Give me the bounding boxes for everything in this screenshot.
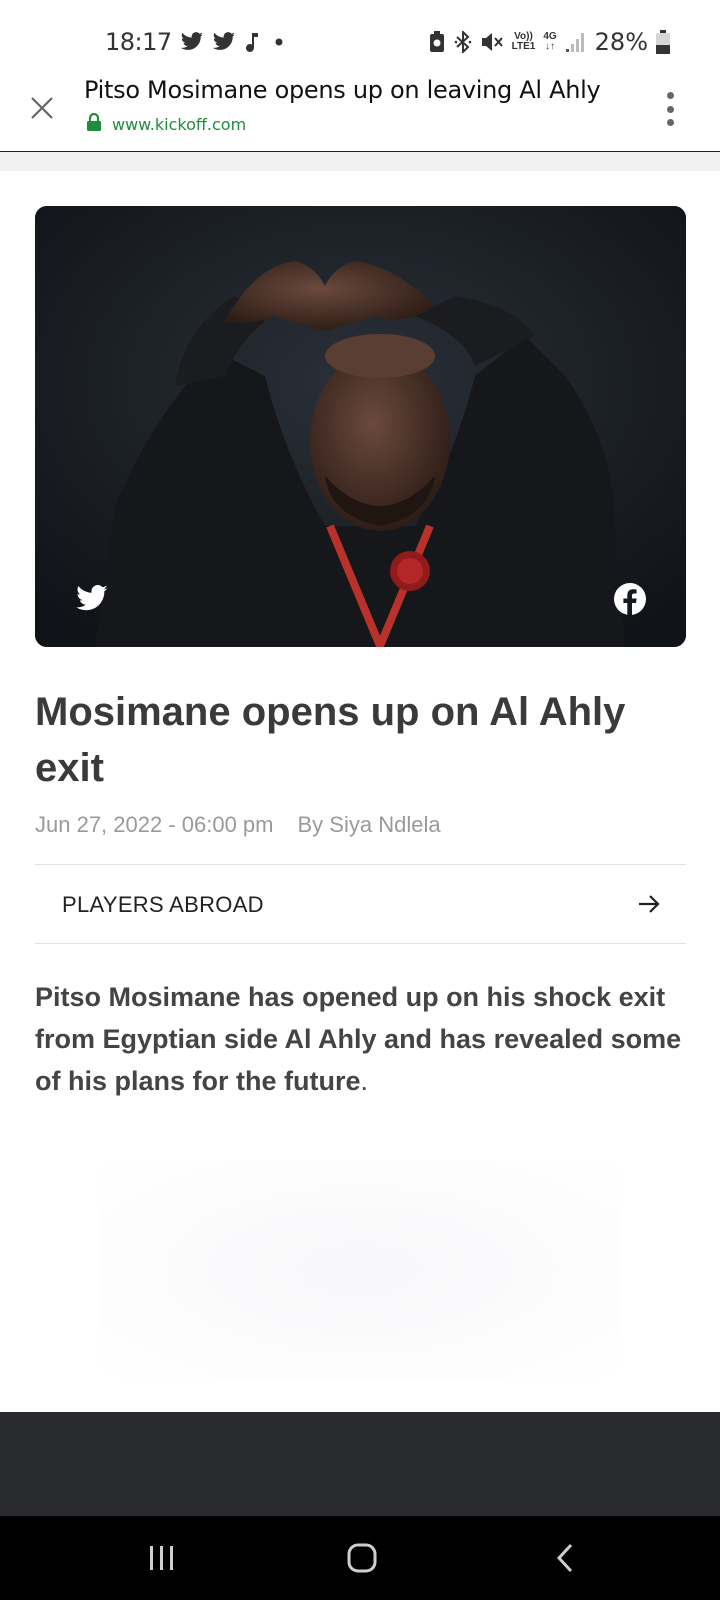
- article-author[interactable]: By Siya Ndlela: [298, 812, 441, 838]
- close-button[interactable]: [28, 94, 56, 122]
- status-bar: 18:17 Vo)) LTE1 4G ↓↑ 28%: [0, 0, 720, 80]
- home-button[interactable]: [342, 1538, 382, 1578]
- close-icon: [31, 97, 53, 119]
- custom-tab-toolbar: Pitso Mosimane opens up on leaving Al Ah…: [0, 70, 720, 152]
- menu-dot-icon: [666, 105, 674, 113]
- status-time: 18:17: [105, 28, 172, 56]
- recent-apps-icon: [150, 1546, 173, 1570]
- network-label: Vo)) LTE1: [512, 32, 536, 52]
- article-headline: Mosimane opens up on Al Ahly exit: [35, 690, 626, 790]
- content-top-divider: [0, 152, 720, 171]
- back-icon: [556, 1543, 573, 1573]
- status-left: 18:17: [105, 28, 288, 56]
- music-note-icon: [244, 31, 262, 53]
- bottom-banner-area: [0, 1412, 720, 1516]
- battery-icon: [656, 30, 670, 54]
- facebook-icon: [614, 583, 646, 615]
- article-lead-end: .: [360, 1066, 369, 1096]
- dot-icon: [270, 37, 288, 47]
- network-gen: 4G ↓↑: [543, 32, 556, 52]
- arrow-right-icon: [636, 891, 662, 917]
- battery-saver-icon: [428, 31, 446, 53]
- article-lead: Pitso Mosimane has opened up on his shoc…: [35, 976, 685, 1102]
- hero-photo: [35, 206, 686, 647]
- article-hero-image: [35, 206, 686, 647]
- menu-dot-icon: [666, 119, 674, 126]
- ad-placeholder: [100, 1160, 620, 1380]
- battery-percent: 28%: [594, 28, 648, 56]
- twitter-icon: [180, 32, 204, 52]
- category-label: PLAYERS ABROAD: [62, 892, 264, 917]
- article-meta: Jun 27, 2022 - 06:00 pm By Siya Ndlela: [35, 812, 441, 838]
- status-right: Vo)) LTE1 4G ↓↑ 28%: [428, 28, 670, 56]
- article-date: Jun 27, 2022 - 06:00 pm: [35, 812, 274, 837]
- signal-icon: [565, 31, 587, 53]
- share-twitter-button[interactable]: [75, 584, 109, 614]
- lock-icon: [86, 112, 102, 136]
- menu-dot-icon: [666, 92, 674, 99]
- mute-icon: [480, 31, 504, 53]
- lte-label: LTE1: [511, 41, 536, 52]
- bluetooth-icon: [454, 31, 472, 53]
- more-options-button[interactable]: [660, 92, 680, 126]
- home-icon: [347, 1543, 377, 1573]
- data-arrows-icon: ↓↑: [544, 41, 555, 52]
- twitter-icon: [76, 584, 108, 611]
- share-facebook-button[interactable]: [613, 582, 647, 616]
- article-lead-text: Pitso Mosimane has opened up on his shoc…: [35, 982, 682, 1096]
- back-button[interactable]: [545, 1538, 585, 1578]
- page-url: www.kickoff.com: [112, 115, 247, 134]
- page-title: Pitso Mosimane opens up on leaving Al Ah…: [84, 76, 601, 104]
- url-row[interactable]: www.kickoff.com: [86, 112, 247, 136]
- system-nav-bar: [0, 1516, 720, 1600]
- recent-apps-button[interactable]: [142, 1538, 182, 1578]
- twitter-icon: [212, 32, 236, 52]
- category-link[interactable]: PLAYERS ABROAD: [35, 864, 686, 944]
